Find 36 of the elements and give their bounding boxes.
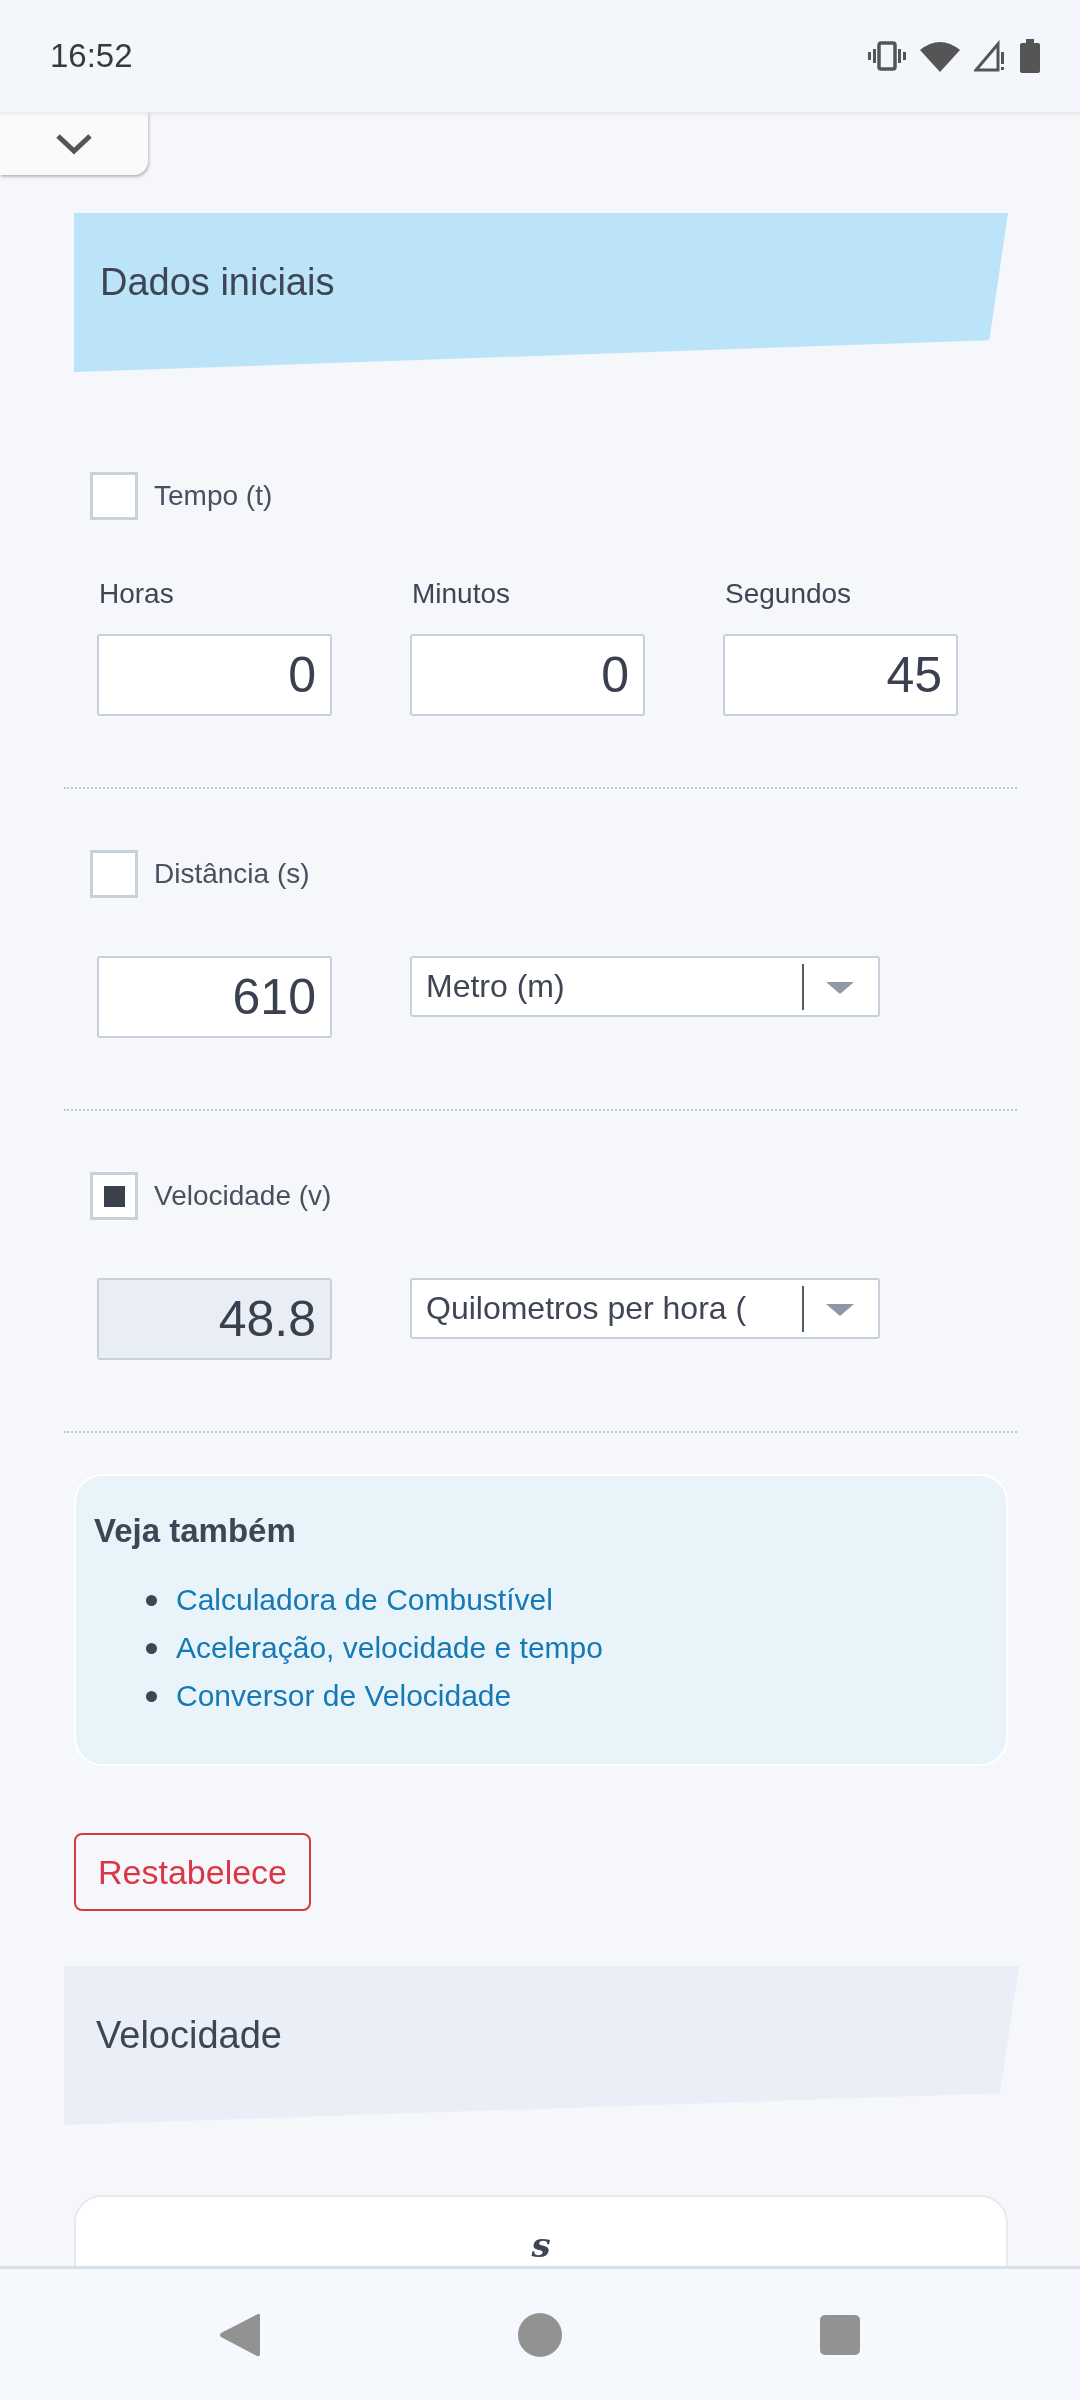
section-header: Dados iniciais [74, 213, 1008, 372]
status-time: 16:52 [50, 37, 133, 75]
dropdown-arrow-icon [826, 1301, 854, 1316]
unit-dropdown[interactable]: Metro (m) [410, 956, 880, 1017]
field-label: Segundos [724, 578, 853, 610]
formula-variable: s [531, 2225, 551, 2265]
chevron-down-icon [55, 132, 93, 155]
checkbox[interactable] [90, 472, 138, 520]
back-icon [218, 2311, 262, 2358]
bullet-icon [146, 1594, 157, 1606]
home-icon [518, 2312, 562, 2357]
collapse-button[interactable] [0, 112, 148, 175]
bullet-icon [146, 1690, 157, 1702]
input-field[interactable]: 0 [97, 634, 332, 716]
link[interactable]: Conversor de Velocidade [176, 1672, 512, 1720]
checkbox-label: Tempo (t) [154, 480, 273, 512]
link[interactable]: Aceleração, velocidade e tempo [176, 1624, 603, 1672]
field-label: Minutos [411, 578, 512, 610]
input-field[interactable]: 610 [97, 956, 332, 1038]
input-field[interactable]: 0 [410, 634, 645, 716]
section-header: Velocidade [64, 1966, 1019, 2125]
field-label: Horas [98, 578, 175, 610]
signal-icon [974, 40, 1006, 72]
recents-icon [820, 2314, 860, 2355]
checkbox[interactable] [90, 850, 138, 898]
vibrate-icon [868, 41, 906, 71]
wifi-icon [920, 40, 960, 72]
battery-icon [1020, 39, 1040, 73]
reset-button[interactable]: Restabelece [74, 1833, 311, 1911]
checkbox-label: Distância (s) [154, 858, 310, 890]
dropdown-arrow-icon [826, 979, 854, 994]
checkbox-label: Velocidade (v) [154, 1180, 332, 1212]
input-field[interactable]: 45 [723, 634, 958, 716]
link[interactable]: Calculadora de Combustível [176, 1576, 553, 1624]
card-title: Veja também [94, 1512, 297, 1550]
bullet-icon [146, 1642, 157, 1654]
